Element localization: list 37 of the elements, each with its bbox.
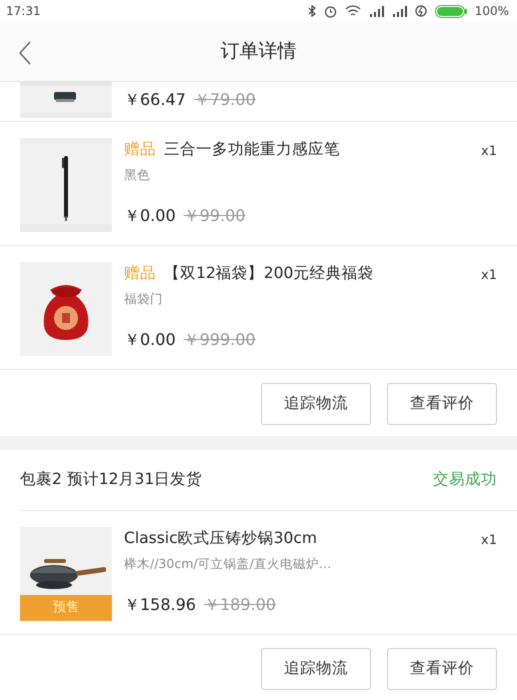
wifi-icon xyxy=(344,5,361,17)
presale-badge: 预售 xyxy=(20,595,112,621)
action-button[interactable]: 追踪物流 xyxy=(261,383,371,425)
original-price: ￥99.00 xyxy=(184,205,246,227)
sale-price: ￥66.47 xyxy=(124,88,186,110)
back-icon[interactable] xyxy=(18,41,32,65)
gift-tag: 赠品 xyxy=(124,140,156,158)
action-button[interactable]: 查看评价 xyxy=(387,648,497,690)
action-button[interactable]: 查看评价 xyxy=(387,383,497,425)
battery-percent: 100% xyxy=(474,3,509,20)
package-label: 包裹2 预计12月31日发货 xyxy=(20,469,202,490)
gift-tag: 赠品 xyxy=(124,264,156,282)
product-name: 三合一多功能重力感应笔 xyxy=(164,140,340,158)
page-title: 订单详情 xyxy=(220,39,296,64)
sale-price: ￥158.96 xyxy=(124,594,196,616)
signal-icon xyxy=(368,6,384,16)
product-spec: 黑色 xyxy=(124,166,151,184)
alarm-icon xyxy=(324,4,337,18)
product-name: 【双12福袋】200元经典福袋 xyxy=(164,264,374,282)
original-price: ￥79.00 xyxy=(194,88,256,110)
product-spec: 福袋门 xyxy=(124,290,164,308)
quantity: x1 xyxy=(481,143,497,161)
charging-icon xyxy=(414,5,427,17)
clock-time: 17:31 xyxy=(6,3,41,20)
quantity: x1 xyxy=(481,532,497,550)
sale-price: ￥0.00 xyxy=(124,329,176,351)
battery-icon xyxy=(434,4,467,18)
quantity: x1 xyxy=(481,267,497,285)
product-name: Classic欧式压铸炒锅30cm xyxy=(124,528,318,549)
order-status: 交易成功 xyxy=(433,469,497,490)
original-price: ￥999.00 xyxy=(184,329,256,351)
action-button[interactable]: 追踪物流 xyxy=(261,648,371,690)
product-spec: 榉木//30cm/可立锅盖/直火电磁炉… xyxy=(124,555,332,574)
original-price: ￥189.00 xyxy=(204,594,276,616)
signal-icon xyxy=(392,6,407,16)
sale-price: ￥0.00 xyxy=(124,205,176,227)
bluetooth-icon xyxy=(308,5,316,17)
